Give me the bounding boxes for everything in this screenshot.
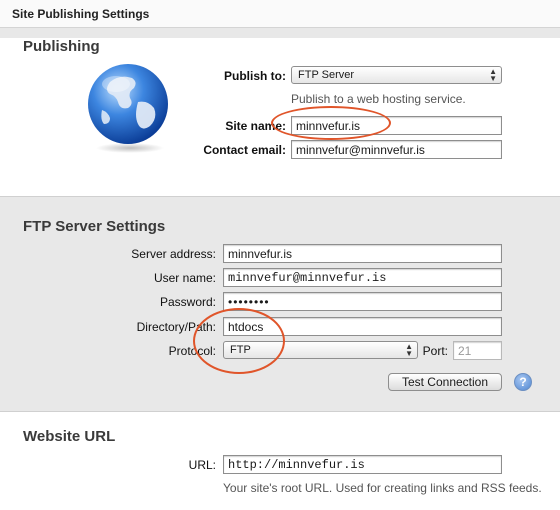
site-name-label: Site name: [225, 119, 286, 133]
password-field[interactable]: •••••••• [223, 292, 502, 311]
directory-label: Directory/Path: [136, 320, 216, 334]
user-name-field[interactable]: minnvefur@minnvefur.is [223, 268, 502, 287]
publish-to-select[interactable]: FTP Server ▲ ▼ [291, 66, 502, 84]
top-band [0, 28, 560, 38]
publish-to-label: Publish to: [224, 69, 286, 83]
password-label: Password: [159, 295, 216, 309]
url-field[interactable]: http://minnvefur.is [223, 455, 502, 474]
globe-icon [80, 58, 176, 154]
select-arrows-icon: ▲ ▼ [405, 342, 413, 358]
site-name-field[interactable]: minnvefur.is [291, 116, 502, 135]
publish-to-help: Publish to a web hosting service. [291, 92, 466, 106]
select-arrows-icon: ▲ ▼ [489, 67, 497, 83]
protocol-value: FTP [230, 344, 251, 356]
website-url-heading: Website URL [23, 428, 116, 445]
url-label: URL: [188, 458, 216, 472]
server-address-label: Server address: [131, 247, 216, 261]
ftp-heading: FTP Server Settings [23, 218, 166, 235]
server-address-field[interactable]: minnvefur.is [223, 244, 502, 263]
contact-email-field[interactable]: minnvefur@minnvefur.is [291, 140, 502, 159]
publish-to-value: FTP Server [298, 69, 355, 81]
test-connection-button[interactable]: Test Connection [388, 373, 502, 391]
help-icon[interactable]: ? [514, 373, 532, 391]
window-title: Site Publishing Settings [12, 7, 150, 21]
window-title-bar: Site Publishing Settings [0, 0, 560, 28]
url-help: Your site's root URL. Used for creating … [223, 481, 542, 495]
contact-email-label: Contact email: [203, 143, 286, 157]
protocol-select[interactable]: FTP ▲ ▼ [223, 341, 418, 359]
directory-field[interactable]: htdocs [223, 317, 502, 336]
port-label: Port: [422, 344, 448, 358]
publishing-heading: Publishing [23, 38, 100, 55]
protocol-label: Protocol: [168, 344, 216, 358]
port-field[interactable]: 21 [453, 341, 502, 360]
user-name-label: User name: [153, 271, 216, 285]
